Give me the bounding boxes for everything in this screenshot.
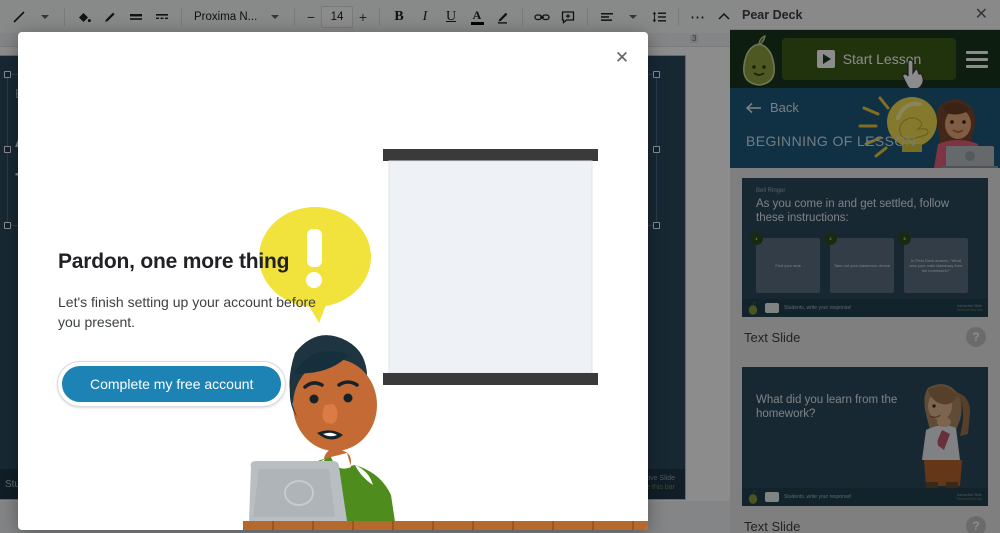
complete-free-account-button[interactable]: Complete my free account (58, 362, 286, 406)
modal-body-text: Let's finish setting up your account bef… (58, 294, 316, 330)
modal-content: Pardon, one more thing Let's finish sett… (58, 250, 338, 406)
app-root: Proxima N... − 14 + B I U A ⋯ 3 Interact… (0, 0, 1000, 533)
upgrade-account-modal: ✕ Pardon, one more thing Let's finish se… (18, 32, 648, 530)
modal-heading: Pardon, one more thing (58, 250, 290, 273)
close-icon[interactable]: ✕ (608, 44, 636, 72)
